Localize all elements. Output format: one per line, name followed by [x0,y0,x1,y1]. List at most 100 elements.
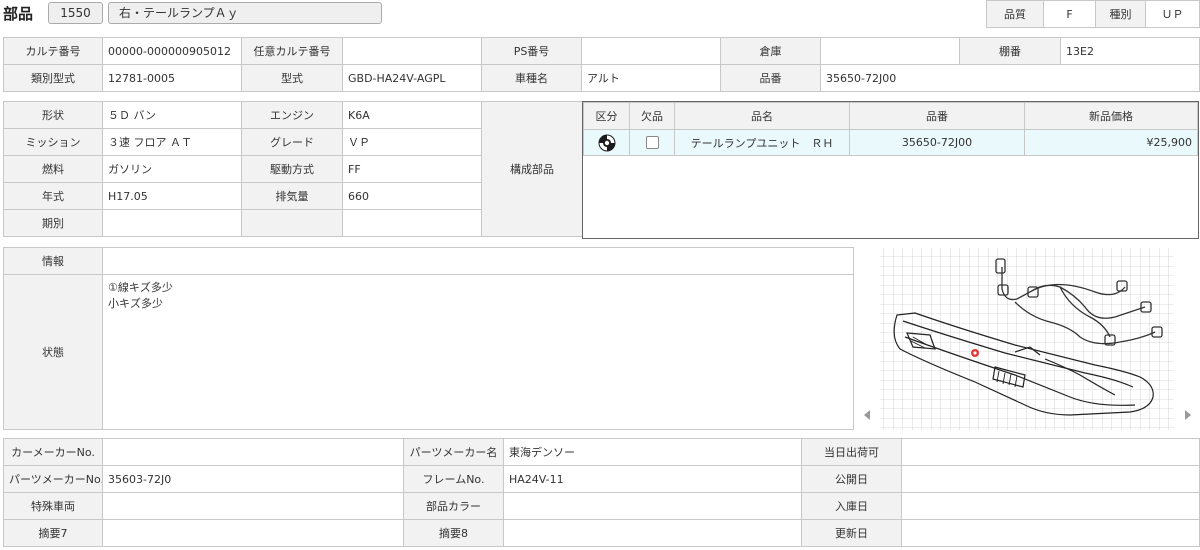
quality-value: F [1043,0,1096,28]
category-cell [583,129,630,156]
class-model-value: 12781-0005 [102,64,242,92]
publish-label: 公開日 [801,465,902,493]
ps-no-label: PS番号 [481,37,582,65]
empty-value [342,209,482,237]
warehouse-label: 倉庫 [720,37,821,65]
parts-maker-name-value: 東海デンソー [503,438,802,466]
condition-value: ①線キズ多少 小キズ多少 [102,274,854,430]
shelf-value: 13E2 [1060,37,1200,65]
col-new-price: 新品価格 [1024,102,1198,130]
type-value: ＵＰ [1145,0,1200,28]
col-missing: 欠品 [629,102,675,130]
stock-in-value [901,492,1200,520]
memo7-label: 摘要7 [3,519,103,547]
frame-no-value: HA24V-11 [503,465,802,493]
mission-value: ３速 フロア ＡＴ [102,128,242,156]
period-value [102,209,242,237]
updated-value [901,519,1200,547]
class-model-label: 類別型式 [3,64,103,92]
displacement-value: 660 [342,182,482,210]
page-header: 部品 1550 右・テールランプＡｙ 品質 F 種別 ＵＰ [0,0,1200,28]
car-name-label: 車種名 [481,64,582,92]
warehouse-value [820,37,960,65]
part-diagram-image [864,248,1191,430]
year-value: H17.05 [102,182,242,210]
drive-label: 駆動方式 [241,155,343,183]
karte-info-table: カルテ番号 00000-000000905012 任意カルテ番号 PS番号 倉庫… [3,37,1200,92]
stock-in-label: 入庫日 [801,492,902,520]
updated-label: 更新日 [801,519,902,547]
maker-info-table: カーメーカーNo. パーツメーカー名 東海デンソー 当日出荷可 パーツメーカーN… [3,438,1200,547]
model-value: GBD-HA24V-AGPL [342,64,482,92]
model-label: 型式 [241,64,343,92]
parts-maker-no-label: パーツメーカーNo. [3,465,103,493]
parts-maker-no-value: 35603-72J0 [102,465,404,493]
karte-no-label: カルテ番号 [3,37,103,65]
frame-no-label: フレームNo. [403,465,504,493]
part-image-viewer [855,247,1200,431]
car-maker-no-value [102,438,404,466]
publish-value [901,465,1200,493]
year-label: 年式 [3,182,103,210]
displacement-label: 排気量 [241,182,343,210]
same-day-label: 当日出荷可 [801,438,902,466]
car-name-value: アルト [581,64,721,92]
fuel-value: ガソリン [102,155,242,183]
info-condition-table: 情報 状態 ①線キズ多少 小キズ多少 [3,247,854,430]
prev-image-icon[interactable] [864,410,870,420]
fuel-label: 燃料 [3,155,103,183]
shape-value: ５Ｄ バン [102,101,242,129]
missing-cell [629,129,675,156]
opt-karte-label: 任意カルテ番号 [241,37,343,65]
opt-karte-value [342,37,482,65]
quality-type-table: 品質 F 種別 ＵＰ [986,0,1200,28]
part-name-cell: テールランプユニット ＲＨ [674,129,850,156]
col-part-no: 品番 [849,102,1025,130]
grade-label: グレード [241,128,343,156]
col-category: 区分 [583,102,630,130]
period-label: 期別 [3,209,103,237]
part-code-field[interactable]: 1550 [48,2,103,24]
parts-maker-name-label: パーツメーカー名 [403,438,504,466]
part-no-label: 品番 [720,64,821,92]
price-cell: ¥25,900 [1024,129,1198,156]
car-maker-no-label: カーメーカーNo. [3,438,103,466]
part-no-cell: 35650-72J00 [849,129,1025,156]
special-label: 特殊車両 [3,492,103,520]
type-label: 種別 [1095,0,1146,28]
special-value [102,492,404,520]
color-label: 部品カラー [403,492,504,520]
condition-label: 状態 [3,274,103,430]
components-label: 構成部品 [481,101,583,237]
part-name-field[interactable]: 右・テールランプＡｙ [108,2,382,24]
info-label: 情報 [3,247,103,275]
memo7-value [102,519,404,547]
memo8-value [503,519,802,547]
missing-checkbox[interactable] [645,136,659,150]
grade-value: ＶＰ [342,128,482,156]
disc-icon [598,134,615,151]
memo8-label: 摘要8 [403,519,504,547]
vehicle-spec-table: 形状 ５Ｄ バン エンジン K6A 構成部品 ミッション ３速 フロア ＡＴ グ… [3,101,583,237]
shape-label: 形状 [3,101,103,129]
karte-no-value: 00000-000000905012 [102,37,242,65]
part-no-value: 35650-72J00 [820,64,1200,92]
empty-label [241,209,343,237]
grid-header-row: 区分 欠品 品名 品番 新品価格 [583,102,1198,130]
same-day-value [901,438,1200,466]
quality-label: 品質 [986,0,1044,28]
drive-value: FF [342,155,482,183]
col-part-name: 品名 [674,102,850,130]
mission-label: ミッション [3,128,103,156]
engine-label: エンジン [241,101,343,129]
color-value [503,492,802,520]
ps-no-value [581,37,721,65]
component-parts-grid: 区分 欠品 品名 品番 新品価格 テールランプユニット ＲＨ 35650-72J… [582,101,1199,239]
engine-value: K6A [342,101,482,129]
shelf-label: 棚番 [959,37,1061,65]
table-row[interactable]: テールランプユニット ＲＨ 35650-72J00 ¥25,900 [583,129,1198,156]
info-value [102,247,854,275]
page-title: 部品 [3,5,34,23]
component-parts-table: 区分 欠品 品名 品番 新品価格 テールランプユニット ＲＨ 35650-72J… [583,102,1198,156]
next-image-icon[interactable] [1185,410,1191,420]
